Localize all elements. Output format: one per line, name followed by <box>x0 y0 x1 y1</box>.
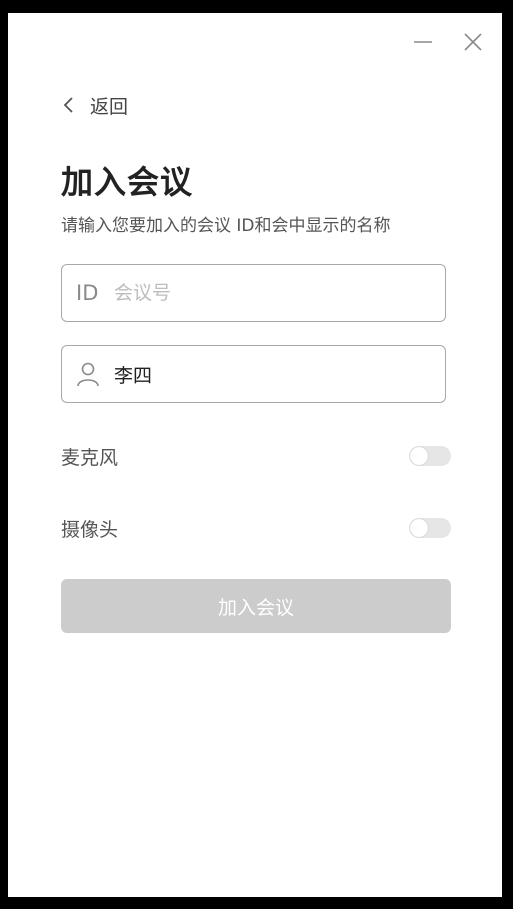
toggle-knob <box>410 519 428 537</box>
camera-label: 摄像头 <box>61 518 119 541</box>
minimize-icon[interactable] <box>410 29 436 55</box>
microphone-row: 麦克风 <box>61 441 451 471</box>
page-subtitle: 请输入您要加入的会议 ID和会中显示的名称 <box>61 216 391 236</box>
meeting-id-input[interactable] <box>114 282 414 304</box>
chevron-left-icon <box>62 94 76 116</box>
close-icon[interactable] <box>460 29 486 55</box>
meeting-id-prefix: ID <box>76 281 99 305</box>
join-meeting-window: 返回 加入会议 请输入您要加入的会议 ID和会中显示的名称 ID 麦克风 摄像头… <box>8 13 502 897</box>
user-icon <box>62 361 114 387</box>
display-name-field[interactable] <box>61 345 446 403</box>
camera-toggle[interactable] <box>409 518 451 538</box>
microphone-label: 麦克风 <box>61 446 119 469</box>
page-title: 加入会议 <box>61 163 194 201</box>
display-name-input[interactable] <box>114 363 414 385</box>
back-label: 返回 <box>90 95 129 118</box>
toggle-knob <box>410 447 428 465</box>
camera-row: 摄像头 <box>61 513 451 543</box>
join-meeting-button[interactable]: 加入会议 <box>61 579 451 633</box>
back-button[interactable]: 返回 <box>62 91 128 119</box>
meeting-id-field[interactable]: ID <box>61 264 446 322</box>
microphone-toggle[interactable] <box>409 446 451 466</box>
